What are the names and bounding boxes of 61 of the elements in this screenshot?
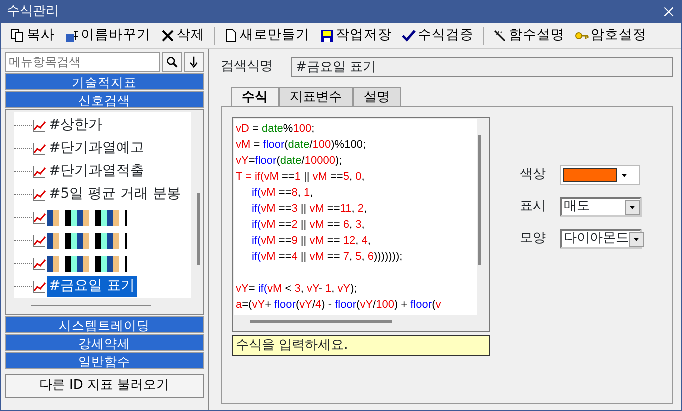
code-editor[interactable] bbox=[234, 119, 477, 315]
property-label: 모양 bbox=[520, 230, 546, 248]
code-line: if(vM ==9 || vM == 12, 4, bbox=[251, 234, 372, 249]
delete-icon bbox=[161, 28, 175, 42]
down-arrow-icon bbox=[188, 56, 200, 68]
magic-wand-icon bbox=[493, 28, 507, 42]
load-button[interactable]: 다른 ID 지표 불러오기 bbox=[5, 374, 204, 398]
toolbar-button[interactable]: 작업저장 bbox=[316, 25, 396, 46]
close-icon bbox=[663, 6, 675, 18]
code-line: a=(vY+ floor(vY/4) - floor(vY/100) + floor(v bbox=[236, 298, 442, 313]
code-line: if(vM ==2 || vM == 6, 3, bbox=[251, 218, 366, 233]
code-line: if(vM ==4 || vM == 7, 5, 6))))))); bbox=[251, 250, 404, 265]
code-line: vM = floor(date/100)%100; bbox=[236, 138, 367, 153]
scrollbar-thumb[interactable] bbox=[31, 305, 151, 306]
toolbar-button[interactable]: 삭제 bbox=[157, 25, 209, 46]
code-line: vY=floor(date/10000); bbox=[236, 154, 344, 169]
tab[interactable]: 지표변수 bbox=[279, 87, 353, 106]
color-picker[interactable] bbox=[560, 165, 640, 185]
toolbar-button[interactable]: 복사 bbox=[7, 25, 59, 46]
window-title: 수식관리 bbox=[7, 3, 59, 22]
search-field[interactable]: 메뉴항목검색 bbox=[5, 52, 160, 72]
copy-icon bbox=[11, 28, 25, 42]
search-button[interactable] bbox=[162, 52, 182, 72]
property-label: 색상 bbox=[520, 166, 546, 184]
dropdown[interactable]: 매도 bbox=[560, 197, 642, 217]
tree-item[interactable]: #금요일 표기 bbox=[47, 276, 138, 297]
hint-text: 수식을 입력하세요. bbox=[232, 335, 490, 356]
new-document-icon bbox=[224, 28, 238, 42]
dropdown[interactable]: 다이아몬드 bbox=[560, 229, 642, 249]
search-icon bbox=[166, 56, 178, 68]
scrollbar-thumb[interactable] bbox=[197, 193, 200, 265]
tree-item[interactable]: #단기과열적출 bbox=[47, 161, 147, 182]
toolbar-button[interactable]: 이름바꾸기 bbox=[61, 25, 155, 46]
name-label: 검색식명 bbox=[221, 58, 273, 76]
code-line: if(vM ==3 || vM ==11, 2, bbox=[251, 202, 368, 217]
tree-item[interactable]: #5일 평균 거래 분봉 bbox=[47, 184, 183, 205]
name-field[interactable]: #금요일 표기 bbox=[291, 57, 673, 77]
toolbar-button[interactable]: 함수설명 bbox=[489, 25, 569, 46]
down-button[interactable] bbox=[184, 52, 204, 72]
category-header[interactable]: 신호검색 bbox=[5, 91, 204, 108]
scrollbar-thumb[interactable] bbox=[478, 135, 481, 265]
toolbar-button[interactable]: 암호설정 bbox=[571, 25, 651, 46]
category-header[interactable]: 기술적지표 bbox=[5, 73, 204, 90]
category-header[interactable]: 일반함수 bbox=[5, 352, 204, 369]
code-line: T = if(vM ==1 || vM ==5, 0, bbox=[236, 170, 366, 185]
code-line: vY= if(vM < 3, vY- 1, vY); bbox=[236, 282, 358, 297]
category-header[interactable]: 강세약세 bbox=[5, 334, 204, 351]
tree-item[interactable]: #단기과열예고 bbox=[47, 138, 147, 159]
category-header[interactable]: 시스템트레이딩 bbox=[5, 316, 204, 333]
tab[interactable]: 설명 bbox=[353, 87, 401, 106]
save-icon bbox=[320, 28, 334, 42]
code-line: if(vM ==8, 1, bbox=[251, 186, 314, 201]
code-line: vD = date%100; bbox=[236, 122, 316, 137]
toolbar-button[interactable]: 수식검증 bbox=[398, 25, 478, 46]
tab[interactable]: 수식 bbox=[231, 87, 279, 106]
checkmark-icon bbox=[402, 28, 416, 42]
property-label: 표시 bbox=[520, 198, 546, 216]
scrollbar-thumb[interactable] bbox=[250, 320, 392, 323]
toolbar-button[interactable]: 새로만들기 bbox=[220, 25, 314, 46]
tree-item[interactable]: #상한가 bbox=[47, 115, 105, 136]
rename-icon bbox=[65, 28, 79, 42]
